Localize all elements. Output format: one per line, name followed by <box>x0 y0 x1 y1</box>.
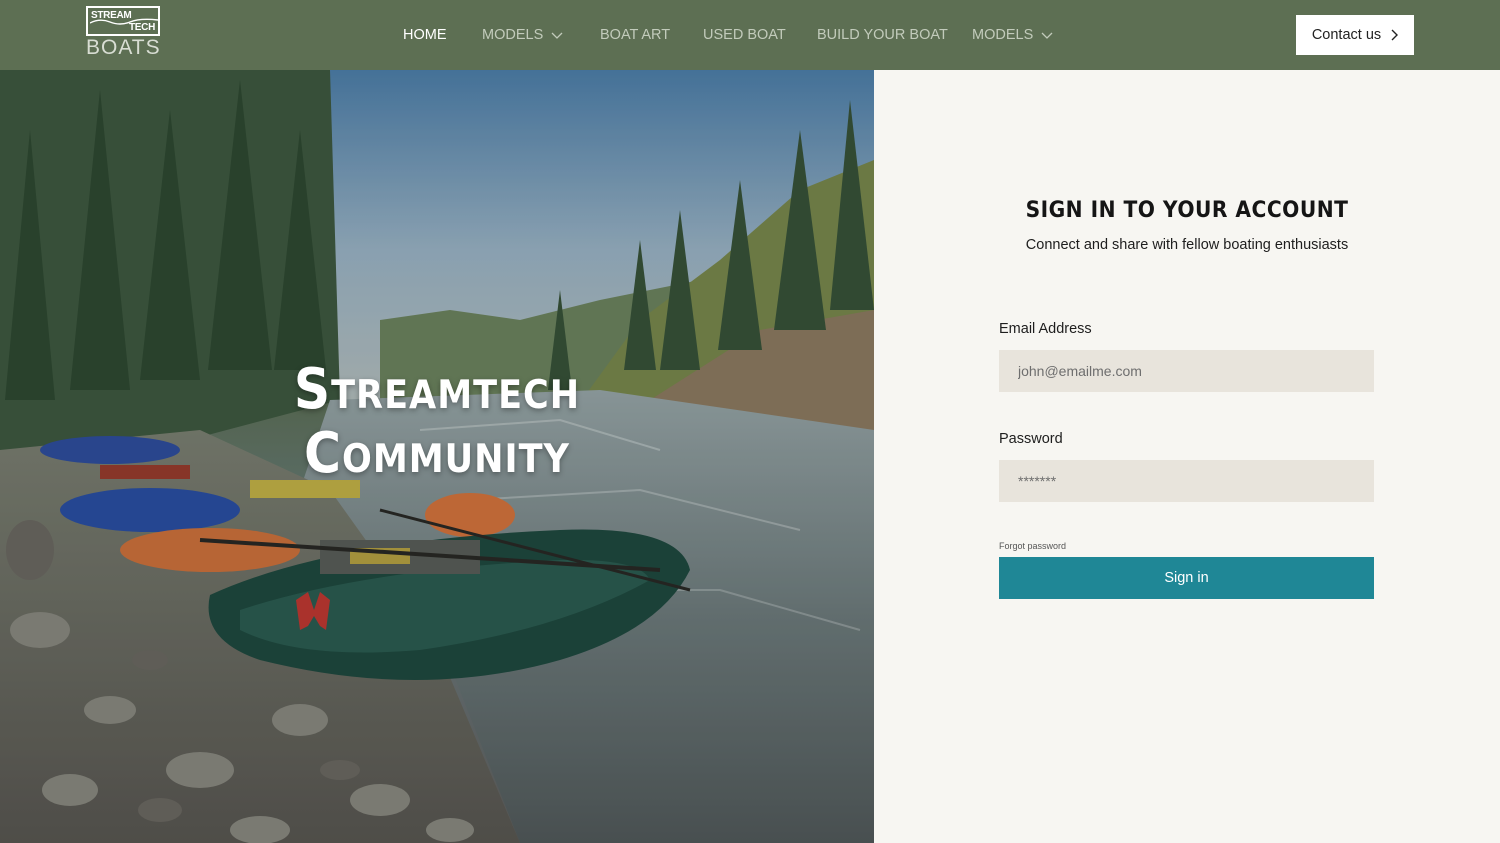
signin-title: SIGN IN TO YOUR ACCOUNT <box>1025 198 1349 223</box>
hero-title: Streamtech Community <box>0 358 874 486</box>
chevron-down-icon <box>551 32 563 39</box>
nav-item-used-boat[interactable]: USED BOAT <box>703 27 817 43</box>
hero-title-line-2: Community <box>304 421 570 486</box>
nav-item-label: MODELS <box>972 27 1034 43</box>
signin-panel: SIGN IN TO YOUR ACCOUNT Connect and shar… <box>874 70 1500 843</box>
nav-item-home[interactable]: HOME <box>403 27 482 43</box>
chevron-right-icon <box>1391 29 1399 41</box>
streamtech-boats-logo[interactable]: STREAM TECH BOATS <box>86 6 160 60</box>
nav-item-label: USED BOAT <box>703 27 786 43</box>
hero-title-line-1: Streamtech <box>293 357 581 422</box>
email-field[interactable] <box>999 350 1374 392</box>
nav-item-models-2[interactable]: MODELS <box>972 27 1062 43</box>
logo-text-boats: BOATS <box>86 36 161 59</box>
nav-item-boat-art[interactable]: BOAT ART <box>600 27 703 43</box>
nav-item-label: BOAT ART <box>600 27 671 43</box>
nav-item-models[interactable]: MODELS <box>482 27 600 43</box>
nav-item-label: HOME <box>403 27 447 43</box>
password-label: Password <box>999 431 1063 447</box>
contact-us-label: Contact us <box>1311 27 1382 43</box>
main-nav: HOME MODELS BOAT ART USED BOAT BUILD YOU… <box>403 24 1062 46</box>
forgot-password-link[interactable]: Forgot password <box>999 541 1066 551</box>
sign-in-button[interactable]: Sign in <box>999 557 1374 599</box>
signin-subtitle: Connect and share with fellow boating en… <box>1025 237 1349 253</box>
logo-badge: STREAM TECH <box>86 6 160 36</box>
nav-item-label: BUILD YOUR BOAT <box>817 27 948 43</box>
email-label: Email Address <box>999 321 1092 337</box>
hero-image: Streamtech Community <box>0 70 874 843</box>
chevron-down-icon <box>1041 32 1053 39</box>
site-header: STREAM TECH BOATS HOME MODELS BOAT ART U… <box>0 0 1500 70</box>
nav-item-build-your-boat[interactable]: BUILD YOUR BOAT <box>817 27 972 43</box>
logo-text-tech: TECH <box>128 22 155 33</box>
nav-item-label: MODELS <box>482 27 544 43</box>
password-field[interactable] <box>999 460 1374 502</box>
contact-us-button[interactable]: Contact us <box>1296 15 1414 55</box>
